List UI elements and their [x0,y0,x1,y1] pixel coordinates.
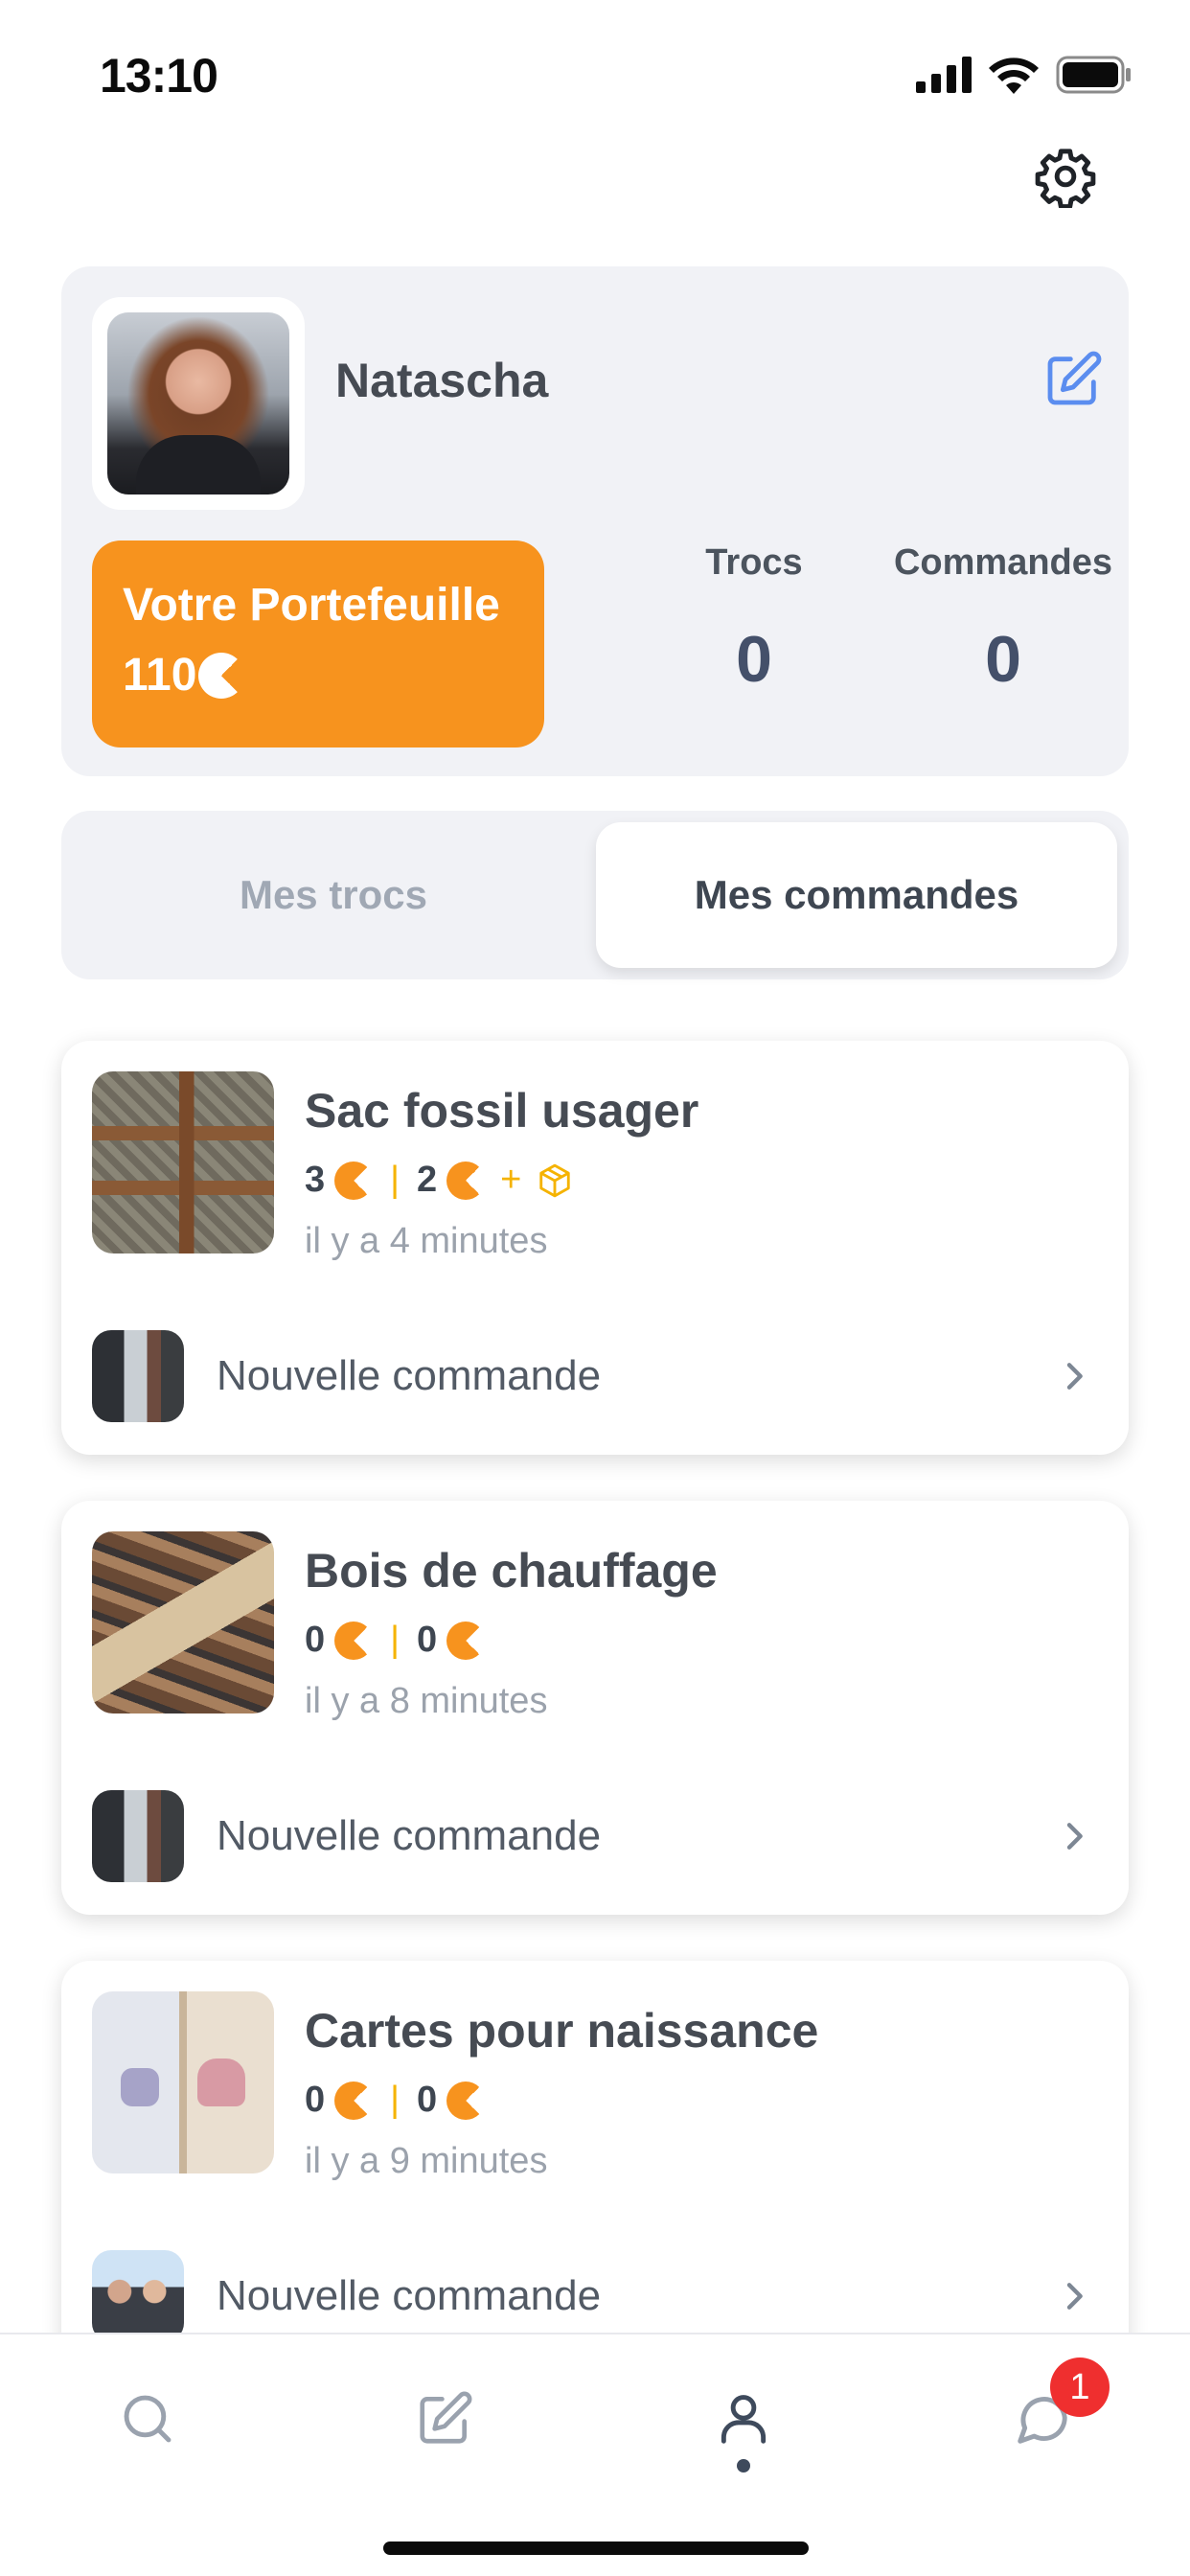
product-thumbnail [92,1991,274,2174]
coin-icon [446,1161,486,1200]
price-separator: | [390,1160,400,1200]
edit-profile-button[interactable] [1039,345,1108,414]
coin-icon [446,1621,486,1660]
cellular-signal-icon [916,57,972,93]
coin-icon [334,2081,374,2120]
active-tab-indicator [737,2459,750,2472]
plus-sign: + [500,1160,522,1200]
bottom-tab-bar: 1 [0,2333,1190,2576]
order-time: il y a 8 minutes [305,1681,548,1721]
price-value: 2 [417,1160,438,1200]
order-footer[interactable]: Nouvelle commande [92,1328,1098,1424]
coin-icon [198,652,245,699]
price-value: 0 [305,1620,326,1660]
wifi-icon [989,58,1039,94]
product-thumbnail [92,1531,274,1714]
order-status: Nouvelle commande [217,1352,602,1399]
price-value: 0 [305,2080,326,2120]
chevron-right-icon [1050,2272,1098,2320]
search-icon [124,2395,172,2443]
price-row: 0 | 0 [305,2080,486,2121]
order-card[interactable]: Cartes pour naissance 0 | 0 il y a 9 min… [61,1961,1129,2375]
avatar-frame [92,297,305,510]
edit-icon [1047,351,1102,405]
price-separator: | [390,2080,400,2120]
price-row: 0 | 0 [305,1620,486,1661]
profile-name: Natascha [335,354,549,407]
tab-create[interactable] [399,2373,491,2465]
order-time: il y a 4 minutes [305,1221,548,1261]
stat-value: 0 [985,623,1021,696]
coin-icon [334,1621,374,1660]
order-title: Cartes pour naissance [305,2004,819,2058]
order-status: Nouvelle commande [217,1812,602,1859]
settings-button[interactable] [1031,142,1100,211]
buyer-avatar [92,1330,184,1422]
order-footer[interactable]: Nouvelle commande [92,2248,1098,2344]
home-indicator[interactable] [383,2542,809,2555]
box-icon [539,1163,571,1197]
buyer-avatar [92,1790,184,1882]
segmented-tabs: Mes trocs Mes commandes [61,811,1129,979]
stat-commandes: Commandes 0 [874,542,1133,697]
status-time: 13:10 [100,49,218,103]
gear-icon [1035,149,1096,208]
stat-value: 0 [736,623,772,696]
battery-icon [1056,56,1131,94]
product-thumbnail [92,1071,274,1254]
order-time: il y a 9 minutes [305,2141,548,2181]
price-value: 0 [417,1620,438,1660]
chat-badge: 1 [1050,2358,1110,2417]
wallet-title: Votre Portefeuille [123,580,500,631]
coin-icon [334,1161,374,1200]
profile-card: Natascha Votre Portefeuille 110 Trocs 0 … [61,266,1129,776]
avatar[interactable] [107,312,289,494]
status-bar: 13:10 [0,0,1190,144]
order-title: Sac fossil usager [305,1084,699,1138]
price-row: 3 | 2 + [305,1160,573,1201]
status-icons [916,56,1133,94]
profile-icon [721,2395,767,2444]
stat-trocs: Trocs 0 [625,542,883,697]
price-separator: | [390,1620,400,1660]
chevron-right-icon [1050,1812,1098,1860]
order-title: Bois de chauffage [305,1544,718,1598]
price-value: 0 [417,2080,438,2120]
wallet-button[interactable]: Votre Portefeuille 110 [92,540,544,748]
order-card[interactable]: Bois de chauffage 0 | 0 il y a 8 minutes… [61,1501,1129,1915]
tab-mes-commandes[interactable]: Mes commandes [596,822,1117,968]
stat-label: Commandes [893,542,1113,583]
tab-mes-trocs[interactable]: Mes trocs [73,822,594,968]
buyer-avatar [92,2250,184,2342]
edit-icon [420,2391,472,2444]
chevron-right-icon [1050,1352,1098,1400]
coin-icon [446,2081,486,2120]
tab-search[interactable] [102,2373,194,2465]
tab-profile[interactable] [698,2373,790,2465]
order-status: Nouvelle commande [217,2272,602,2319]
wallet-amount: 110 [123,650,197,701]
stat-label: Trocs [705,542,803,583]
order-footer[interactable]: Nouvelle commande [92,1788,1098,1884]
order-card[interactable]: Sac fossil usager 3 | 2 + il y a 4 minut… [61,1041,1129,1455]
price-value: 3 [305,1160,326,1200]
wallet-balance: 110 [123,649,514,702]
